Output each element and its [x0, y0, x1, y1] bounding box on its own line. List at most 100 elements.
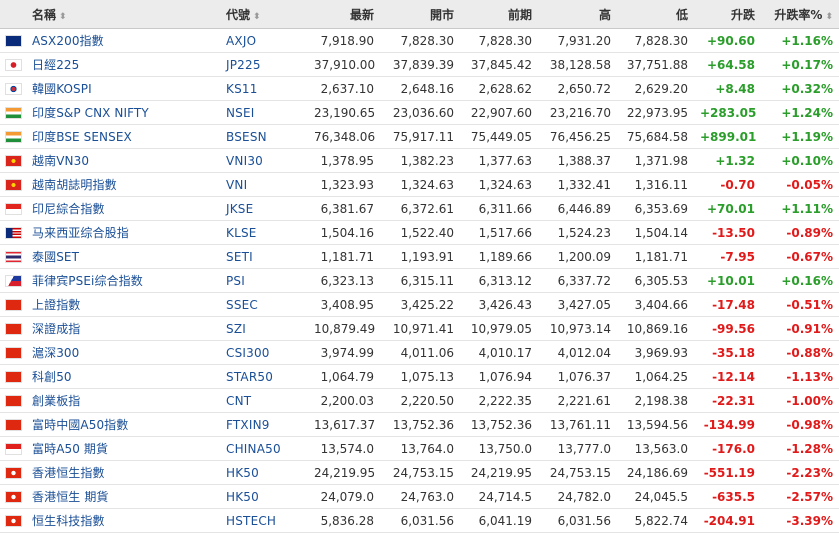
index-name-link[interactable]: 马来西亚综合股指	[32, 224, 129, 241]
index-name-link[interactable]: 菲律宾PSEi综合指数	[32, 272, 143, 289]
change-percent: -1.00%	[761, 388, 839, 413]
sg-flag-icon	[6, 443, 21, 454]
change-percent: -2.23%	[761, 460, 839, 485]
low-price: 3,404.66	[617, 292, 694, 317]
col-header-low[interactable]: 低	[617, 0, 694, 29]
symbol-link[interactable]: SETI	[226, 250, 253, 264]
open-price: 6,372.61	[380, 196, 460, 221]
indices-table: 名稱 ⬍ 代號 ⬍ 最新 開市 前期 高 低 升跌 升跌率% ⬍ ASX200指數 A…	[0, 0, 839, 533]
prev-close: 4,010.17	[460, 340, 538, 365]
table-row: 上證指數 SSEC 3,408.95 3,425.22 3,426.43 3,4…	[0, 292, 839, 317]
prev-close: 75,449.05	[460, 124, 538, 149]
symbol-link[interactable]: PSI	[226, 274, 245, 288]
table-row: 印度S&P CNX NIFTY NSEI 23,190.65 23,036.60…	[0, 100, 839, 125]
low-price: 2,198.38	[617, 388, 694, 413]
index-name-link[interactable]: 香港恒生指數	[32, 464, 105, 481]
change-value: -204.91	[694, 508, 761, 533]
col-header-last[interactable]: 最新	[308, 0, 380, 29]
col-header-name[interactable]: 名稱 ⬍	[0, 0, 220, 29]
open-price: 1,075.13	[380, 364, 460, 389]
col-header-symbol[interactable]: 代號 ⬍	[220, 0, 308, 29]
change-percent: +1.19%	[761, 124, 839, 149]
index-name-link[interactable]: 越南胡誌明指數	[32, 176, 117, 193]
index-name-link[interactable]: 富時中國A50指數	[32, 416, 128, 433]
col-header-change[interactable]: 升跌	[694, 0, 761, 29]
change-value: -99.56	[694, 316, 761, 341]
symbol-link[interactable]: KLSE	[226, 226, 257, 240]
symbol-link[interactable]: CHINA50	[226, 442, 281, 456]
col-header-prev[interactable]: 前期	[460, 0, 538, 29]
high-price: 1,076.37	[538, 364, 617, 389]
symbol-link[interactable]: FTXIN9	[226, 418, 270, 432]
symbol-cell: KS11	[220, 76, 308, 101]
index-name-link[interactable]: 科創50	[32, 368, 72, 385]
cn-flag-icon	[6, 299, 21, 310]
symbol-link[interactable]: JKSE	[226, 202, 253, 216]
change-value: +70.01	[694, 196, 761, 221]
last-price: 6,323.13	[308, 268, 380, 293]
symbol-link[interactable]: STAR50	[226, 370, 273, 384]
table-row: 菲律宾PSEi综合指数 PSI 6,323.13 6,315.11 6,313.…	[0, 268, 839, 293]
index-name-link[interactable]: 深證成指	[32, 320, 80, 337]
index-name-link[interactable]: 日經225	[32, 56, 79, 73]
symbol-link[interactable]: AXJO	[226, 34, 256, 48]
symbol-link[interactable]: HK50	[226, 466, 259, 480]
high-price: 6,446.89	[538, 196, 617, 221]
prev-close: 1,076.94	[460, 364, 538, 389]
change-percent: +1.16%	[761, 28, 839, 53]
symbol-link[interactable]: SZI	[226, 322, 246, 336]
last-price: 1,378.95	[308, 148, 380, 173]
col-header-last-label: 最新	[349, 7, 374, 22]
symbol-cell: HK50	[220, 484, 308, 509]
index-name-link[interactable]: ASX200指數	[32, 32, 104, 49]
symbol-link[interactable]: SSEC	[226, 298, 258, 312]
index-name-link[interactable]: 滬深300	[32, 344, 79, 361]
index-name-link[interactable]: 恒生科技指數	[32, 512, 105, 529]
index-name-link[interactable]: 泰國SET	[32, 248, 79, 265]
high-price: 2,650.72	[538, 76, 617, 101]
symbol-link[interactable]: BSESN	[226, 130, 267, 144]
last-price: 24,079.0	[308, 484, 380, 509]
change-percent: -1.28%	[761, 436, 839, 461]
col-header-high-label: 高	[598, 7, 611, 22]
index-name-link[interactable]: 創業板指	[32, 392, 80, 409]
my-flag-icon	[6, 227, 21, 238]
symbol-link[interactable]: NSEI	[226, 106, 255, 120]
index-name-link[interactable]: 印尼綜合指數	[32, 200, 105, 217]
symbol-link[interactable]: HSTECH	[226, 514, 276, 528]
col-header-open[interactable]: 開市	[380, 0, 460, 29]
col-header-high[interactable]: 高	[538, 0, 617, 29]
last-price: 5,836.28	[308, 508, 380, 533]
low-price: 5,822.74	[617, 508, 694, 533]
symbol-link[interactable]: JP225	[226, 58, 261, 72]
index-name-link[interactable]: 香港恒生 期貨	[32, 488, 109, 505]
low-price: 37,751.88	[617, 52, 694, 77]
last-price: 13,617.37	[308, 412, 380, 437]
symbol-link[interactable]: HK50	[226, 490, 259, 504]
name-cell: 恒生科技指數	[0, 508, 220, 533]
ph-flag-icon	[6, 275, 21, 286]
index-name-link[interactable]: 越南VN30	[32, 152, 89, 169]
change-value: -0.70	[694, 172, 761, 197]
col-header-change-pct[interactable]: 升跌率% ⬍	[761, 0, 839, 29]
change-value: +1.32	[694, 148, 761, 173]
col-header-name-label: 名稱	[32, 7, 57, 22]
low-price: 1,064.25	[617, 364, 694, 389]
table-row: 印度BSE SENSEX BSESN 76,348.06 75,917.11 7…	[0, 124, 839, 149]
name-cell: 韓國KOSPI	[0, 76, 220, 101]
name-cell: 創業板指	[0, 388, 220, 413]
index-name-link[interactable]: 印度BSE SENSEX	[32, 128, 132, 145]
symbol-link[interactable]: CSI300	[226, 346, 270, 360]
symbol-link[interactable]: VNI30	[226, 154, 263, 168]
index-name-link[interactable]: 上證指數	[32, 296, 80, 313]
symbol-link[interactable]: VNI	[226, 178, 247, 192]
index-name-link[interactable]: 富時A50 期貨	[32, 440, 108, 457]
hk-flag-icon	[6, 467, 21, 478]
index-name-link[interactable]: 韓國KOSPI	[32, 80, 92, 97]
index-name-link[interactable]: 印度S&P CNX NIFTY	[32, 104, 149, 121]
symbol-link[interactable]: CNT	[226, 394, 251, 408]
symbol-link[interactable]: KS11	[226, 82, 258, 96]
symbol-cell: KLSE	[220, 220, 308, 245]
high-price: 23,216.70	[538, 100, 617, 125]
last-price: 2,637.10	[308, 76, 380, 101]
